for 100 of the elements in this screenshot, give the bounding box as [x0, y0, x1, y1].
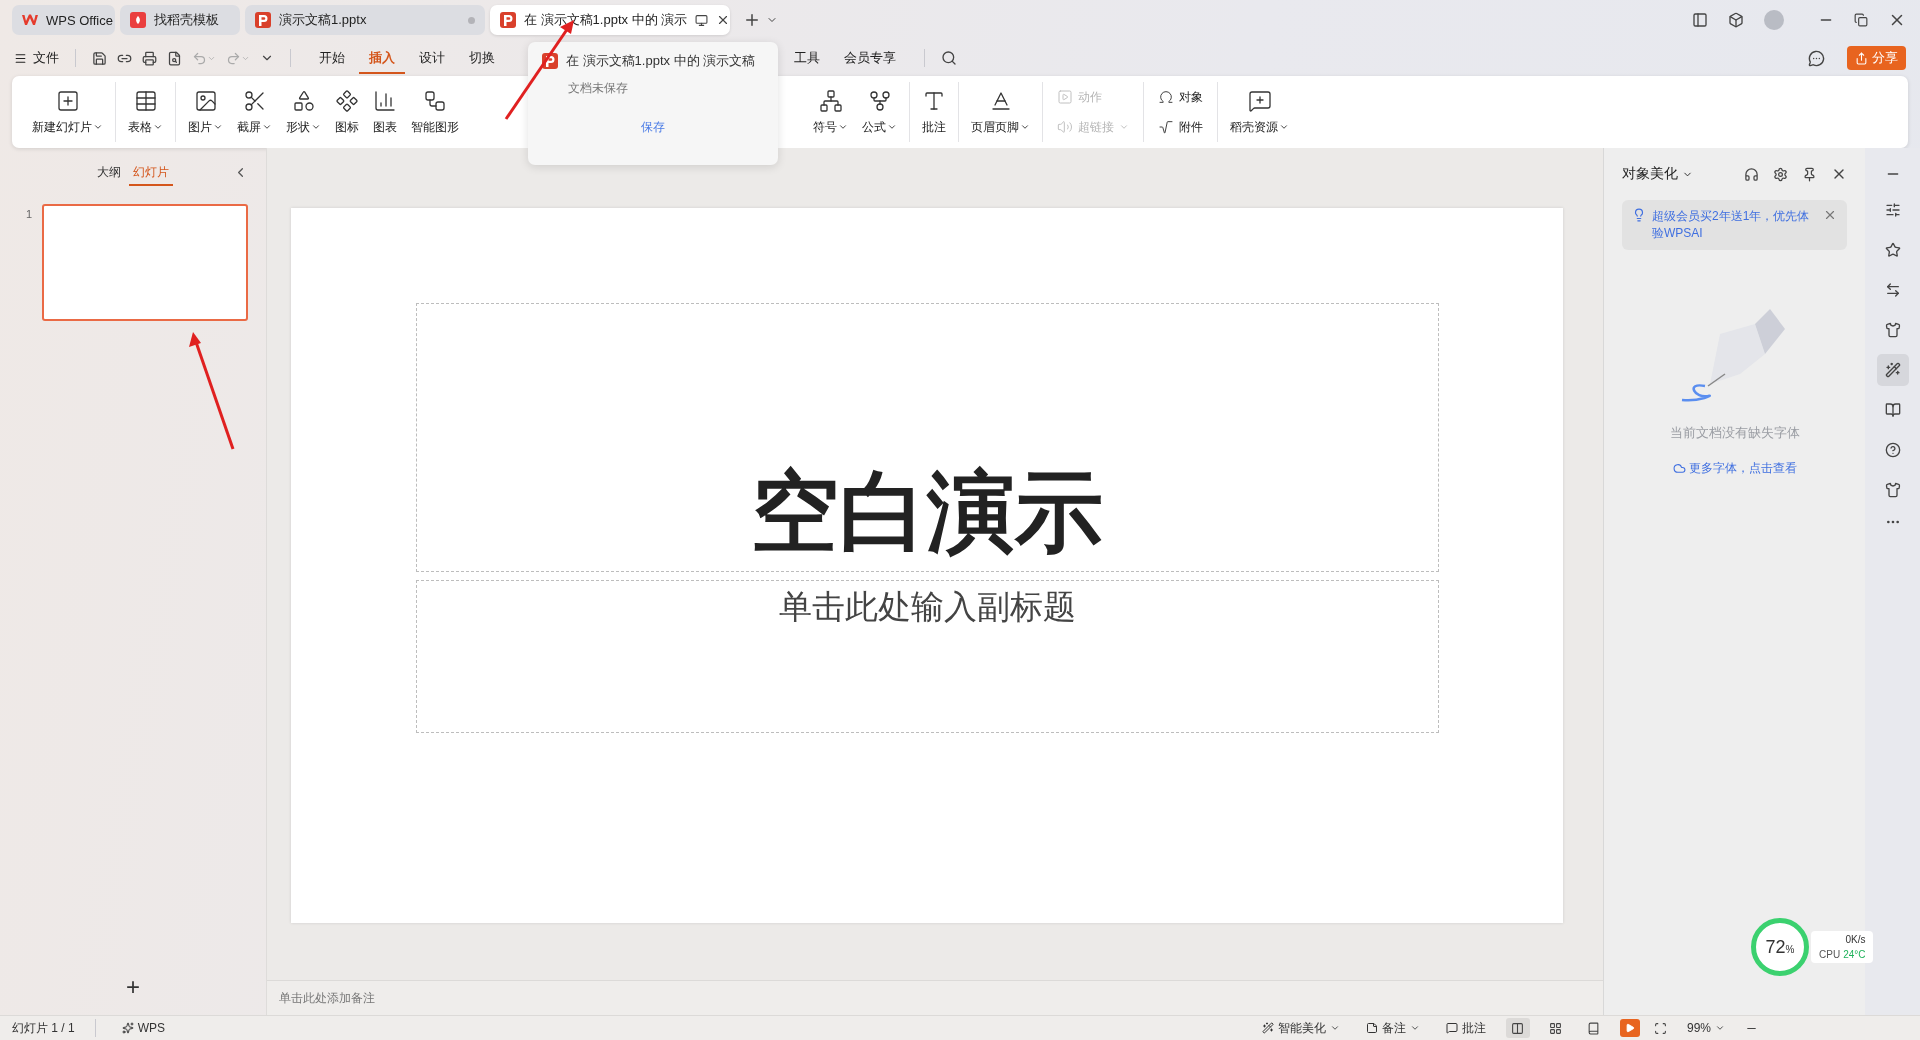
document-tab[interactable]: 找稻壳模板 [120, 5, 240, 35]
caret-icon [93, 122, 103, 132]
radical-icon [1158, 119, 1174, 135]
ribbon-button[interactable]: 智能图形 [405, 82, 465, 142]
caret-icon [1020, 122, 1030, 132]
normal-view-icon[interactable] [1505, 1018, 1530, 1038]
ribbon-button[interactable]: 截屏 [231, 82, 278, 142]
print-preview-icon[interactable] [167, 50, 182, 66]
fit-icon[interactable] [1653, 1021, 1667, 1035]
document-tab[interactable]: WPS Office [12, 5, 115, 35]
ribbon-tab[interactable]: 工具 [784, 42, 830, 74]
slide-title: 空白演示 [751, 464, 1103, 561]
monitor-icon[interactable] [695, 13, 709, 27]
ribbon-button[interactable]: 符号 [807, 82, 854, 142]
comments-button[interactable]: 批注 [1439, 1019, 1492, 1037]
slide-number: 1 [26, 207, 33, 220]
preview-status: 文档未保存 [567, 80, 629, 97]
ribbon-tab[interactable]: 切换 [459, 42, 505, 74]
speaker-icon [1057, 119, 1073, 135]
usage-percent: 72 [1765, 937, 1786, 958]
ribbon-tab[interactable]: 开始 [309, 42, 355, 74]
slide-count: 幻灯片 1 / 1 [12, 1019, 75, 1037]
ribbon-button[interactable]: 新建幻灯片 [26, 82, 109, 142]
panel-title[interactable]: 对象美化 [1622, 165, 1693, 183]
cpu-temperature: 24°C [1843, 949, 1866, 960]
caret-icon [1329, 1023, 1340, 1033]
caret-icon [887, 122, 897, 132]
play-icon[interactable] [1619, 1019, 1640, 1037]
network-speed: 0K/s [1845, 934, 1866, 945]
ribbon-button[interactable]: 表格 [122, 82, 169, 142]
slide-subtitle: 单击此处输入副标题 [778, 587, 1076, 627]
caret-icon [311, 122, 321, 132]
ribbon-button[interactable]: 批注 [916, 82, 952, 142]
restore-icon[interactable] [1854, 13, 1868, 27]
ribbon-button[interactable]: 图片 [182, 82, 229, 142]
notes-field[interactable]: 单击此处添加备注 [267, 980, 1603, 1015]
zoom-button[interactable]: 99% [1680, 1021, 1731, 1035]
comment-icon [1247, 88, 1272, 113]
network-icon [818, 88, 843, 113]
add-slide-button[interactable]: + [120, 973, 146, 1001]
caret-icon [262, 122, 272, 132]
ribbon-button[interactable]: 公式 [856, 82, 903, 142]
slide-thumbnail[interactable] [42, 204, 249, 321]
ribbon-tab[interactable]: 会员专享 [834, 42, 906, 74]
menu-icon [14, 51, 27, 65]
panel-tab[interactable]: 幻灯片 [129, 160, 173, 186]
wand-icon[interactable] [1876, 354, 1909, 386]
promo-text[interactable]: 超级会员买2年送1年，优先体验WPSAI [1652, 208, 1817, 242]
component-icon [335, 88, 359, 113]
more-fonts-link[interactable]: 更多字体，点击查看 [1672, 460, 1797, 477]
ribbon-button[interactable]: 形状 [280, 82, 327, 142]
wps-logo-icon [22, 12, 38, 28]
title-placeholder[interactable]: 空白演示 [415, 303, 1439, 572]
file-menu[interactable]: 文件 [14, 49, 59, 67]
ribbon-tab[interactable]: 设计 [409, 42, 455, 74]
subtitle-placeholder[interactable]: 单击此处输入副标题 [415, 580, 1439, 733]
empty-message: 当前文档没有缺失字体 [1669, 424, 1800, 442]
save-icon[interactable] [92, 50, 107, 66]
presentation-file-icon [500, 12, 516, 28]
document-tab[interactable]: 演示文稿1.pptx [245, 5, 485, 35]
workflow-icon [423, 88, 447, 113]
presentation-file-icon [255, 12, 271, 28]
ribbon-button[interactable]: 图标 [329, 82, 365, 142]
print-icon[interactable] [142, 50, 157, 66]
settings-icon[interactable] [1773, 166, 1788, 182]
headset-icon[interactable] [1744, 166, 1759, 182]
shapes-icon [291, 88, 316, 113]
fork-icon [867, 88, 892, 113]
caret-icon [1409, 1023, 1420, 1033]
wand-icon [1261, 1022, 1274, 1034]
preview-title: 在 演示文稿1.pptx 中的 演示文稿 [542, 52, 764, 70]
caret-icon [1119, 122, 1129, 132]
table-icon [133, 88, 158, 113]
percent-sign: % [1785, 944, 1795, 955]
cube-icon[interactable] [1728, 12, 1744, 28]
ribbon-button[interactable]: 对象 [1156, 86, 1205, 108]
sidebar-icon[interactable] [1692, 12, 1708, 28]
ribbon-button[interactable]: 稻壳资源 [1224, 82, 1295, 142]
ribbon-button[interactable]: 图表 [367, 82, 403, 142]
ribbon-button[interactable]: 附件 [1156, 116, 1205, 138]
new-tab-icon[interactable] [743, 11, 761, 29]
notes-button[interactable]: 备注 [1359, 1019, 1426, 1037]
caret-icon [213, 122, 223, 132]
search-icon[interactable] [941, 50, 957, 66]
wps-status-button[interactable]: WPS [115, 1021, 172, 1035]
chat-cloud-icon[interactable] [1808, 49, 1825, 67]
ribbon-button[interactable]: 页眉页脚 [965, 82, 1036, 142]
save-button[interactable]: 保存 [639, 119, 667, 136]
caret-icon [1279, 122, 1289, 132]
sparkle-icon [121, 1022, 134, 1034]
cpu-label: CPU [1819, 949, 1841, 960]
caret-icon [838, 122, 848, 132]
image-icon [193, 88, 218, 113]
beautify-button[interactable]: 智能美化 [1255, 1019, 1346, 1037]
pin-icon[interactable] [1802, 166, 1817, 182]
caret-icon [153, 122, 163, 132]
lightbulb-icon [1632, 208, 1646, 222]
video-icon [1057, 89, 1073, 105]
panel-tab[interactable]: 大纲 [93, 160, 125, 186]
note-icon [1365, 1022, 1378, 1034]
